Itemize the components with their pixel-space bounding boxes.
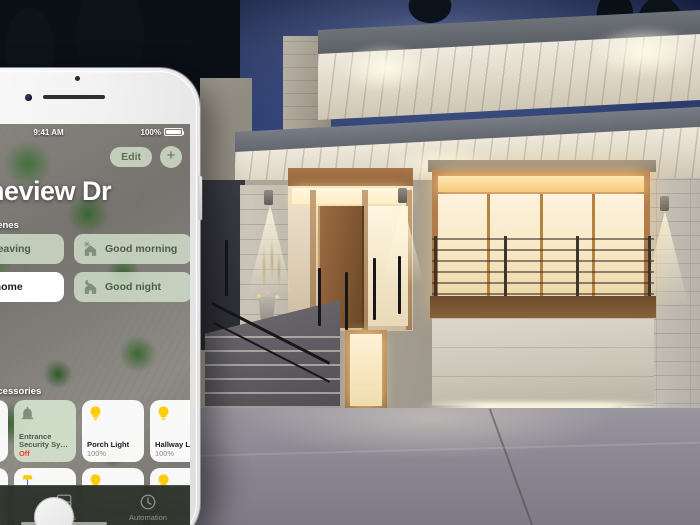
stair-step bbox=[205, 392, 340, 394]
earpiece-speaker bbox=[43, 95, 105, 99]
accessory-text: Front Door Unlocked bbox=[0, 441, 3, 458]
railing-cable bbox=[432, 238, 654, 240]
clock-icon bbox=[139, 493, 157, 511]
railing-cable bbox=[432, 282, 654, 284]
phone-screen: 9:41 AM 100% Edit + Stoneview Dr Favorit… bbox=[0, 124, 190, 525]
railing-post bbox=[434, 236, 437, 296]
scene-card-good-morning[interactable]: Good morning bbox=[74, 234, 190, 264]
home-app-screen: 9:41 AM 100% Edit + Stoneview Dr Favorit… bbox=[0, 124, 190, 525]
status-bar: 9:41 AM 100% bbox=[0, 124, 190, 140]
window-header-light bbox=[438, 176, 644, 192]
accessory-card-entrance-security[interactable]: Entrance Security Sy… Off bbox=[14, 400, 76, 462]
flower-cluster bbox=[252, 288, 284, 304]
deck-fascia-band bbox=[430, 296, 656, 318]
security-camera-icon bbox=[19, 405, 36, 422]
dark-entry-wall bbox=[200, 180, 245, 350]
tab-home[interactable]: Home bbox=[0, 493, 22, 522]
front-camera bbox=[25, 94, 32, 101]
edit-button[interactable]: Edit bbox=[110, 147, 152, 167]
stair-step bbox=[205, 364, 340, 366]
wall-sconce bbox=[660, 196, 669, 211]
railing-post bbox=[648, 236, 651, 296]
accessory-name: Front Door bbox=[0, 441, 3, 449]
driveway-seam bbox=[489, 408, 536, 525]
proximity-sensor bbox=[75, 76, 80, 81]
garage-door bbox=[432, 318, 654, 406]
favorite-scenes-grid: I'm leaving Good morning bbox=[0, 234, 190, 302]
tab-bar: Home Rooms bbox=[0, 485, 190, 525]
railing-cable bbox=[432, 249, 654, 251]
stair-baluster bbox=[318, 268, 321, 326]
stair-baluster bbox=[345, 272, 348, 330]
battery-percent-label: 100% bbox=[140, 127, 161, 137]
accessory-name: Porch Light bbox=[87, 439, 130, 449]
status-bar-right: 100% bbox=[140, 127, 185, 137]
railing-post bbox=[504, 236, 507, 296]
accessory-card-front-door[interactable]: Front Door Unlocked bbox=[0, 400, 8, 462]
entry-wood-header bbox=[288, 168, 413, 188]
accessory-state: 100% bbox=[87, 449, 106, 459]
add-accessory-button[interactable]: + bbox=[160, 146, 182, 168]
railing-cable bbox=[432, 293, 654, 295]
lightbulb-icon bbox=[87, 405, 104, 422]
stair-baluster bbox=[225, 240, 228, 296]
accessory-text: Porch Light 100% bbox=[87, 439, 139, 459]
accessory-card-hallway-light[interactable]: Hallway Light 100% bbox=[150, 400, 190, 462]
scene-label: Good morning bbox=[105, 243, 178, 255]
accessory-card-porch-light[interactable]: Porch Light 100% bbox=[82, 400, 144, 462]
lower-door-glass bbox=[350, 334, 382, 406]
railing-cable bbox=[432, 260, 654, 262]
cable-railing bbox=[432, 236, 654, 296]
scene-card-im-home[interactable]: I'm home bbox=[0, 272, 64, 302]
favorite-scenes-heading: Favorite Scenes bbox=[0, 220, 19, 231]
house-sun-icon bbox=[82, 240, 99, 258]
wall-sconce bbox=[398, 188, 407, 203]
scene-label: Good night bbox=[105, 281, 161, 293]
stair-baluster bbox=[373, 258, 376, 320]
accessory-state: Off bbox=[19, 449, 30, 459]
accessory-text: Hallway Light 100% bbox=[155, 439, 190, 459]
scene-label: I'm home bbox=[0, 281, 23, 293]
stair-baluster bbox=[398, 256, 401, 314]
scene-card-leaving[interactable]: I'm leaving bbox=[0, 234, 64, 264]
lightbulb-icon bbox=[155, 405, 172, 422]
tab-label: Automation bbox=[129, 512, 167, 522]
scene-card-good-night[interactable]: Good night bbox=[74, 272, 190, 302]
tab-automation[interactable]: Automation bbox=[106, 493, 190, 522]
scene-label: I'm leaving bbox=[0, 243, 31, 255]
accessory-text: Entrance Security Sy… Off bbox=[19, 431, 71, 459]
accessory-name: Entrance Security Sy… bbox=[19, 431, 68, 449]
soffit-light-glow bbox=[590, 26, 700, 78]
battery-full-icon bbox=[163, 127, 185, 137]
nav-buttons: Edit + bbox=[110, 146, 182, 168]
railing-cable bbox=[432, 271, 654, 273]
status-bar-time: 9:41 AM bbox=[33, 127, 64, 137]
wall-sconce bbox=[264, 190, 273, 205]
accessory-state: Unlocked bbox=[0, 450, 3, 458]
house-moon-icon bbox=[82, 279, 99, 296]
iphone-device: 9:41 AM 100% Edit + Stoneview Dr Favorit… bbox=[0, 68, 202, 525]
soffit-light-glow bbox=[340, 44, 430, 92]
railing-post bbox=[576, 236, 579, 296]
accessory-state: 100% bbox=[155, 449, 174, 459]
accessory-name: Hallway Light bbox=[155, 439, 190, 449]
favorite-accessories-heading: Favorite Accessories bbox=[0, 386, 42, 397]
power-button[interactable] bbox=[199, 176, 202, 220]
page-title: Stoneview Dr bbox=[0, 176, 112, 206]
